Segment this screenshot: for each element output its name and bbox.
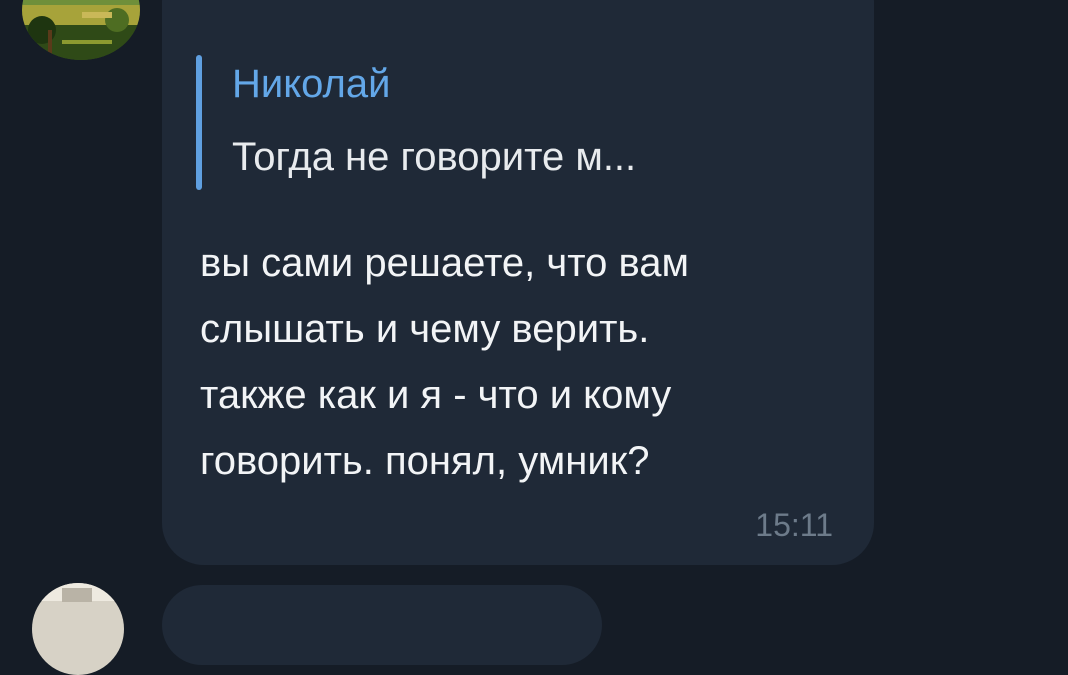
message-line: вы сами решаете, что вам bbox=[200, 241, 690, 285]
next-sender-avatar[interactable] bbox=[32, 583, 124, 675]
reply-author[interactable]: Николай bbox=[232, 62, 390, 107]
message-line: говорить. понял, умник? bbox=[200, 439, 650, 483]
landscape-photo-icon bbox=[22, 0, 140, 60]
message-timestamp: 15:11 bbox=[755, 507, 833, 543]
reply-quote-bar bbox=[196, 55, 202, 190]
next-message-bubble[interactable] bbox=[162, 585, 602, 665]
photo-icon bbox=[32, 583, 124, 675]
message-line: слышать и чему верить. bbox=[200, 307, 650, 351]
reply-preview[interactable]: Тогда не говорите м... bbox=[232, 135, 636, 180]
message-text: вы сами решаете, что вам слышать и чему … bbox=[200, 230, 850, 494]
sender-avatar[interactable] bbox=[22, 0, 140, 60]
sender-name[interactable]: Michael bbox=[200, 0, 338, 9]
message-line: также как и я - что и кому bbox=[200, 373, 672, 417]
